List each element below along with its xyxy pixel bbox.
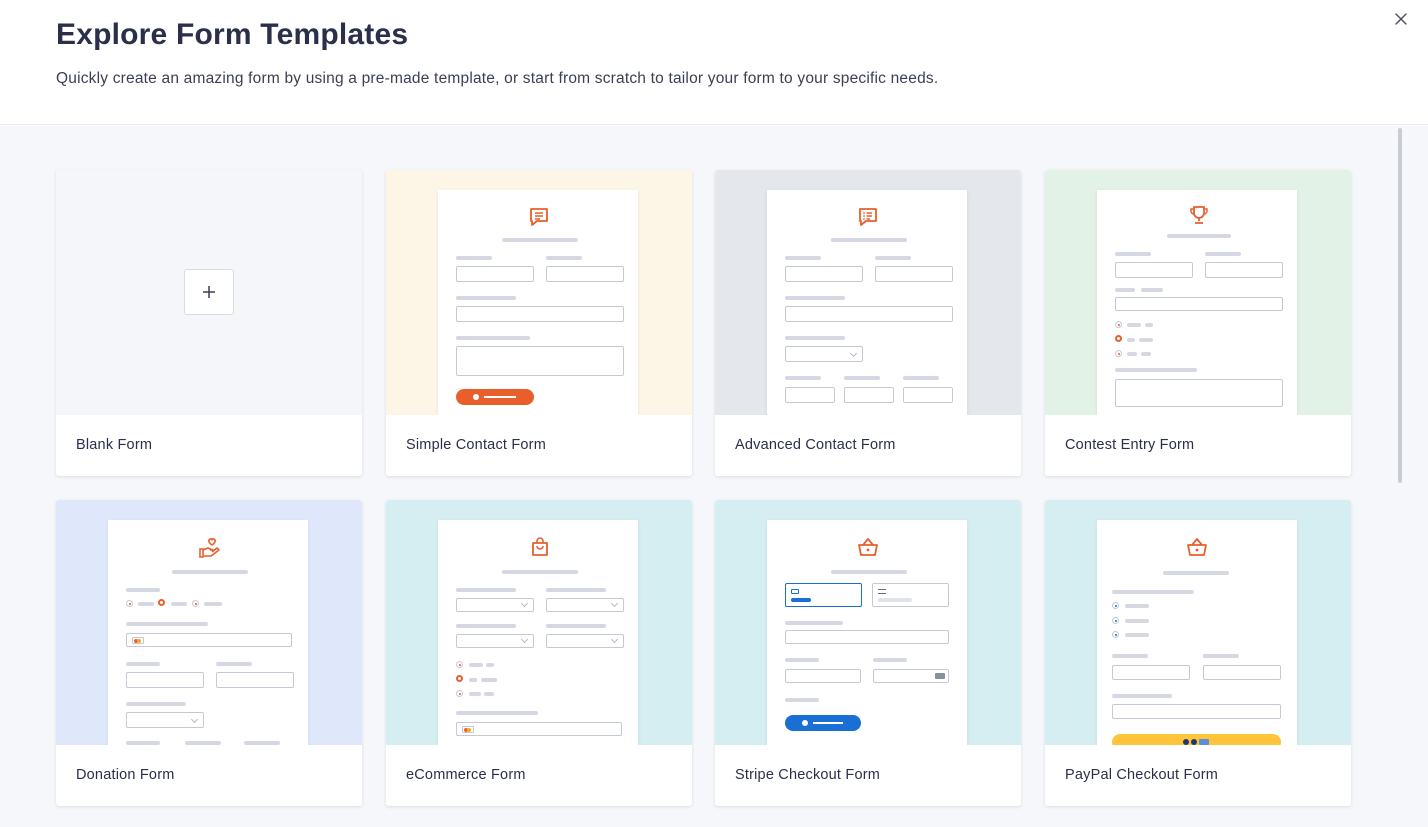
page-title: Explore Form Templates (56, 18, 409, 51)
chat-icon (528, 206, 550, 233)
basket-icon (856, 536, 880, 563)
template-preview (56, 500, 362, 745)
template-card-simple-contact-form[interactable]: Simple Contact Form (386, 170, 692, 476)
trophy-icon (1188, 204, 1210, 231)
template-label: Advanced Contact Form (735, 437, 896, 453)
template-label: Stripe Checkout Form (735, 767, 881, 783)
template-preview (715, 170, 1021, 415)
shopping-bag-icon (529, 536, 551, 563)
template-label: Blank Form (76, 437, 153, 453)
template-preview (386, 500, 692, 745)
template-card-advanced-contact-form[interactable]: Advanced Contact Form (715, 170, 1021, 476)
template-label: Donation Form (76, 767, 175, 783)
template-card-stripe-checkout-form[interactable]: Stripe Checkout Form (715, 500, 1021, 806)
template-label: PayPal Checkout Form (1065, 767, 1219, 783)
template-preview (1045, 170, 1351, 415)
chat-list-icon (857, 206, 879, 233)
template-card-blank-form[interactable]: Blank Form (56, 170, 362, 476)
scrollbar[interactable] (1398, 128, 1402, 483)
template-preview (56, 170, 362, 415)
heart-hand-icon (198, 536, 222, 565)
template-preview (386, 170, 692, 415)
template-card-donation-form[interactable]: Donation Form (56, 500, 362, 806)
modal-header: Explore Form Templates Quickly create an… (0, 0, 1428, 125)
template-preview (1045, 500, 1351, 745)
template-label: Contest Entry Form (1065, 437, 1195, 453)
template-card-contest-entry-form[interactable]: Contest Entry Form (1045, 170, 1351, 476)
basket-icon (1185, 536, 1209, 563)
template-preview (715, 500, 1021, 745)
template-card-paypal-checkout-form[interactable]: PayPal Checkout Form (1045, 500, 1351, 806)
close-icon[interactable] (1392, 10, 1410, 28)
plus-icon[interactable] (184, 269, 234, 315)
page-subtitle: Quickly create an amazing form by using … (56, 70, 939, 87)
template-label: Simple Contact Form (406, 437, 546, 453)
template-card-ecommerce-form[interactable]: eCommerce Form (386, 500, 692, 806)
template-label: eCommerce Form (406, 767, 526, 783)
